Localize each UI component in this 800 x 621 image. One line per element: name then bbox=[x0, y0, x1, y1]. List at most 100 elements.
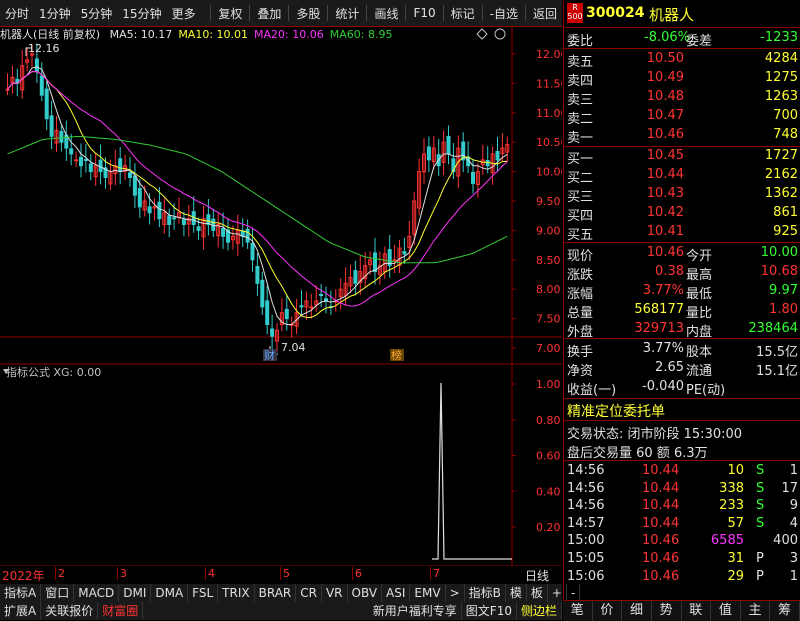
toolbar-more-button[interactable]: 更多 bbox=[167, 5, 201, 22]
bids-volume: 861 bbox=[773, 205, 798, 220]
toolbar-right-button-3[interactable]: 统计 bbox=[330, 5, 364, 22]
candle-body bbox=[39, 75, 44, 96]
candle-body bbox=[426, 146, 431, 161]
quote-tab[interactable]: 联 bbox=[682, 601, 712, 621]
toolbar-right-button-2[interactable]: 多股 bbox=[291, 5, 325, 22]
asks-row[interactable]: 卖四 10.49 1275 bbox=[564, 69, 800, 89]
kline-chart[interactable]: 12.00 11.50 11.00 10.50 10.00 9.50 9.00 8.50 8.0… bbox=[0, 26, 568, 567]
candle-body bbox=[79, 156, 83, 167]
tick-volume: 233 bbox=[719, 498, 744, 514]
asks-row[interactable]: 卖一 10.46 748 bbox=[564, 126, 800, 146]
candle-body bbox=[392, 259, 397, 262]
toolbar-right-button-1[interactable]: 叠加 bbox=[252, 5, 286, 22]
order-title-row[interactable]: 精准定位委托单 bbox=[564, 400, 800, 420]
promo-tab[interactable]: 新用户福利专享 bbox=[369, 602, 462, 620]
tick-time: 15:06 bbox=[567, 568, 605, 584]
asks-row[interactable]: 卖二 10.47 700 bbox=[564, 107, 800, 127]
indicator-tab[interactable]: 窗口 bbox=[41, 584, 75, 602]
stat-label: 最低 bbox=[686, 287, 713, 302]
candle-body bbox=[485, 160, 490, 167]
tick-time: 15:05 bbox=[567, 551, 605, 566]
asks-volume: 1263 bbox=[764, 89, 798, 104]
indicator-tab[interactable]: > bbox=[446, 584, 465, 602]
indicator-tab[interactable]: TRIX bbox=[218, 584, 255, 602]
toolbar-right-button-7[interactable]: -自选 bbox=[485, 5, 523, 22]
quote-tab[interactable]: 细 bbox=[622, 601, 652, 621]
candle-body bbox=[44, 88, 49, 120]
toolbar-5min-button[interactable]: 5分钟 bbox=[76, 5, 118, 22]
price-axis-label: 8.00 bbox=[536, 283, 561, 296]
extension-tab[interactable]: 财富圈 bbox=[98, 602, 144, 620]
quote-tab[interactable]: 价 bbox=[593, 601, 623, 621]
quote-tab[interactable]: 筹 bbox=[770, 601, 800, 621]
stat-label: 最高 bbox=[686, 268, 713, 283]
fund-label: PE(动) bbox=[686, 383, 726, 398]
indicator-tab[interactable]: ASI bbox=[382, 584, 411, 602]
bids-volume: 925 bbox=[773, 224, 798, 239]
toolbar-right-button-6[interactable]: 标记 bbox=[446, 5, 480, 22]
indicator-tab[interactable]: MACD bbox=[74, 584, 120, 602]
candle-body bbox=[250, 242, 255, 261]
toolbar-right-button-0[interactable]: 复权 bbox=[213, 5, 247, 22]
indicator-tab[interactable]: FSL bbox=[188, 584, 219, 602]
indicator-tab[interactable]: OBV bbox=[348, 584, 383, 602]
extension-tab[interactable]: 扩展A bbox=[0, 602, 42, 620]
indicator-tab[interactable]: 指标A bbox=[0, 584, 42, 602]
promo-tab[interactable]: 侧边栏 bbox=[517, 602, 562, 620]
candle-body bbox=[353, 270, 358, 284]
tick-row: 14:56 10.44 10 S 1 bbox=[564, 462, 800, 481]
toolbar-15min-button[interactable]: 15分钟 bbox=[117, 5, 166, 22]
extension-tab[interactable]: 关联报价 bbox=[41, 602, 99, 620]
asks-price: 10.49 bbox=[646, 70, 684, 85]
tick-time: 14:56 bbox=[567, 480, 605, 496]
indicator-b-tab[interactable]: 指标B bbox=[465, 584, 506, 602]
asks-label: 卖五 bbox=[567, 55, 594, 70]
bids-row[interactable]: 买一 10.45 1727 bbox=[564, 147, 800, 167]
indicator-axis-label: 0.20 bbox=[536, 521, 561, 534]
quote-tab[interactable]: 值 bbox=[711, 601, 741, 621]
indicator-tab[interactable]: DMA bbox=[151, 584, 189, 602]
toolbar-right-button-8[interactable]: 返回 bbox=[528, 5, 562, 22]
indicator-tab[interactable]: EMV bbox=[410, 584, 446, 602]
indicator-b-tab[interactable]: 模 bbox=[506, 584, 527, 602]
tick-count: 1 bbox=[789, 568, 798, 584]
bids-row[interactable]: 买三 10.43 1362 bbox=[564, 185, 800, 205]
quote-tab[interactable]: 势 bbox=[652, 601, 682, 621]
candle-body bbox=[118, 158, 123, 173]
xaxis-month: 5 bbox=[280, 567, 290, 580]
bids-row[interactable]: 买五 10.41 925 bbox=[564, 223, 800, 243]
stat-label: 今开 bbox=[686, 249, 713, 264]
indicator-tab[interactable]: BRAR bbox=[255, 584, 297, 602]
indicator-b-tab[interactable]: 板 bbox=[527, 584, 548, 602]
xaxis-year: 2022年 bbox=[2, 569, 45, 583]
tick-price: 10.44 bbox=[642, 463, 680, 478]
period-selector[interactable]: 日线 bbox=[525, 567, 549, 584]
tick-price: 10.46 bbox=[642, 533, 680, 549]
tick-price: 10.44 bbox=[642, 480, 680, 496]
indicator-tab[interactable]: CR bbox=[296, 584, 322, 602]
after-hours-row: 盘后交易量 60 额 6.3万 bbox=[564, 441, 800, 461]
indicator-tab[interactable]: DMI bbox=[119, 584, 152, 602]
promo-tab[interactable]: 图文F10 bbox=[462, 602, 517, 620]
badge-bottom: 500 bbox=[567, 12, 583, 21]
stock-name[interactable]: 机器人 bbox=[649, 4, 694, 25]
price-axis-label: 10.00 bbox=[536, 166, 562, 179]
order-title: 精准定位委托单 bbox=[567, 404, 665, 420]
toolbar-1min-button[interactable]: 1分钟 bbox=[34, 5, 76, 22]
toolbar-right-button-5[interactable]: F10 bbox=[408, 6, 440, 20]
price-axis-label: 11.00 bbox=[536, 107, 562, 120]
after-hours-volume: 盘后交易量 60 额 6.3万 bbox=[567, 446, 708, 461]
tick-side: S bbox=[756, 515, 765, 531]
asks-label: 卖四 bbox=[567, 74, 594, 89]
bids-row[interactable]: 买二 10.44 2162 bbox=[564, 166, 800, 186]
period-axis-row: 2022年 2 3 4 5 6 7 日线 bbox=[0, 566, 562, 584]
toolbar-intraday-button[interactable]: 分时 bbox=[0, 5, 34, 22]
quote-tab[interactable]: 主 bbox=[741, 601, 771, 621]
asks-row[interactable]: 卖三 10.48 1263 bbox=[564, 88, 800, 108]
indicator-tab[interactable]: VR bbox=[322, 584, 348, 602]
toolbar-right-button-4[interactable]: 画线 bbox=[369, 5, 403, 22]
asks-row[interactable]: 卖五 10.50 4284 bbox=[564, 50, 800, 70]
bids-row[interactable]: 买四 10.42 861 bbox=[564, 204, 800, 224]
quote-tab[interactable]: 笔 bbox=[563, 601, 593, 621]
candle-body bbox=[373, 252, 377, 273]
